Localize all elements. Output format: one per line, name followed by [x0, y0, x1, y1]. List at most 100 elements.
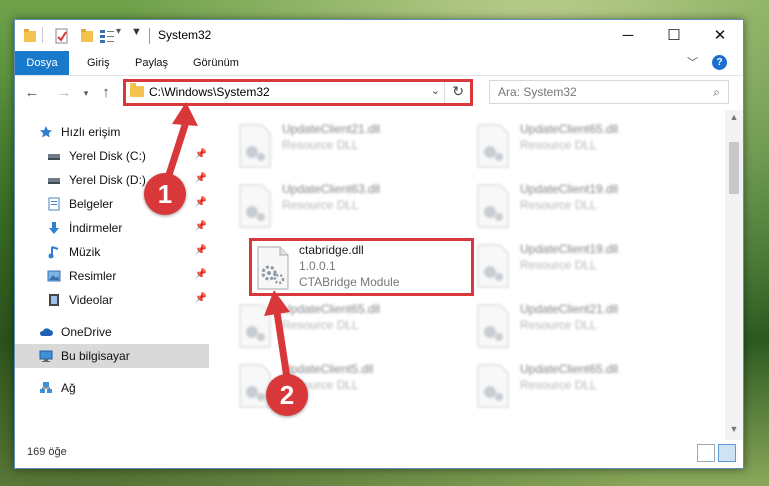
forward-arrow-icon[interactable]: →: [53, 82, 75, 104]
details-view-icon[interactable]: [697, 444, 715, 462]
file-type: Resource DLL: [520, 198, 597, 212]
callout-badge-1: 1: [144, 173, 186, 215]
dll-file-icon: [477, 184, 509, 228]
address-divider: [444, 82, 445, 103]
file-tile[interactable]: UpdateClient65.dll Resource DLL: [232, 298, 457, 354]
help-icon[interactable]: ?: [712, 55, 727, 70]
properties-icon[interactable]: [55, 28, 69, 44]
dll-file-icon: [477, 364, 509, 408]
sidebar-item-downloads[interactable]: İndirmeler 📌: [15, 216, 209, 240]
file-type: Resource DLL: [520, 318, 597, 332]
layout-icon[interactable]: [99, 28, 115, 44]
star-icon: [40, 126, 52, 138]
refresh-icon[interactable]: ↻: [452, 83, 464, 100]
navigation-bar: ← → ▾ ↑ C:\Windows\System32 ⌄ ↻ Ara: Sys…: [15, 76, 743, 110]
large-icons-view-icon[interactable]: [718, 444, 736, 462]
new-folder-icon[interactable]: [80, 28, 94, 44]
status-bar: 169 öğe: [15, 440, 743, 468]
scroll-down-icon[interactable]: ▼: [725, 424, 743, 438]
minimize-button[interactable]: ─: [605, 20, 651, 51]
dll-file-icon: [477, 244, 509, 288]
customize-toolbar-icon[interactable]: ▼: [131, 26, 142, 42]
file-tile[interactable]: UpdateClient65.dll Resource DLL: [470, 358, 695, 414]
file-name: UpdateClient5.dll: [282, 362, 374, 376]
pin-icon[interactable]: 📌: [195, 245, 207, 256]
tab-file[interactable]: Dosya: [15, 51, 69, 75]
dll-file-icon: [239, 184, 271, 228]
recent-locations-icon[interactable]: ▾: [75, 82, 97, 104]
file-version: 1.0.0.1: [299, 259, 336, 273]
videos-icon: [49, 294, 59, 306]
file-tile[interactable]: UpdateClient63.dll Resource DLL: [232, 178, 457, 234]
navigation-pane: Hızlı erişim Yerel Disk (C:) 📌 Yerel Dis…: [15, 110, 209, 440]
file-name: UpdateClient19.dll: [520, 242, 619, 256]
sidebar-item-onedrive[interactable]: OneDrive: [15, 320, 209, 344]
file-tile[interactable]: UpdateClient21.dll Resource DLL: [470, 298, 695, 354]
search-icon[interactable]: ⌕: [713, 85, 720, 100]
file-tile[interactable]: UpdateClient19.dll Resource DLL: [470, 178, 695, 234]
tab-view[interactable]: Görünüm: [193, 51, 239, 75]
chevron-down-icon[interactable]: ▾: [116, 26, 121, 42]
address-path[interactable]: C:\Windows\System32: [149, 85, 270, 99]
sidebar-item-pictures[interactable]: Resimler 📌: [15, 264, 209, 288]
up-arrow-icon[interactable]: ↑: [95, 82, 117, 104]
sidebar-item-this-pc[interactable]: Bu bilgisayar: [15, 344, 209, 368]
file-name: UpdateClient65.dll: [520, 122, 619, 136]
title-separator: [149, 28, 150, 44]
pin-icon[interactable]: 📌: [195, 197, 207, 208]
music-icon: [48, 246, 59, 259]
ribbon-tabs: Dosya Giriş Paylaş Görünüm ﹀ ?: [15, 51, 743, 76]
file-name: ctabridge.dll: [299, 243, 364, 257]
pin-icon[interactable]: 📌: [195, 221, 207, 232]
cloud-icon: [39, 328, 53, 336]
toolbar-divider: [42, 27, 43, 43]
file-tile[interactable]: UpdateClient19.dll Resource DLL: [470, 238, 695, 294]
dll-file-icon: [477, 124, 509, 168]
scroll-thumb[interactable]: [729, 142, 739, 194]
computer-icon: [39, 350, 53, 362]
vertical-scrollbar[interactable]: ▲ ▼: [725, 110, 743, 440]
pin-icon[interactable]: 📌: [195, 149, 207, 160]
file-tile[interactable]: UpdateClient65.dll Resource DLL: [470, 118, 695, 174]
dll-file-icon: [257, 246, 289, 290]
sidebar-item-label: Resimler: [69, 269, 117, 283]
address-bar[interactable]: C:\Windows\System32 ⌄ ↻: [123, 79, 473, 106]
folder-icon: [24, 29, 36, 42]
download-icon: [49, 222, 59, 234]
search-input[interactable]: Ara: System32 ⌕: [489, 80, 729, 104]
sidebar-item-network[interactable]: Ağ: [15, 376, 209, 400]
scroll-up-icon[interactable]: ▲: [725, 112, 743, 126]
file-name: UpdateClient65.dll: [520, 362, 619, 376]
file-tile-ctabridge[interactable]: ctabridge.dll 1.0.0.1 CTABridge Module: [249, 238, 474, 296]
sidebar-item-label: İndirmeler: [69, 221, 123, 235]
item-count: 169 öğe: [27, 446, 67, 458]
file-explorer-window: ▾ ▼ System32 ─ ☐ ✕ Dosya Giriş Paylaş Gö…: [14, 19, 744, 469]
close-button[interactable]: ✕: [697, 20, 743, 51]
file-type: Resource DLL: [282, 198, 359, 212]
sidebar-item-label: Ağ: [61, 381, 76, 395]
sidebar-item-label: Yerel Disk (C:): [69, 149, 146, 163]
sidebar-item-videos[interactable]: Videolar 📌: [15, 288, 209, 312]
file-type: CTABridge Module: [299, 275, 400, 289]
tab-share[interactable]: Paylaş: [135, 51, 168, 75]
dll-file-icon: [239, 304, 271, 348]
maximize-button[interactable]: ☐: [651, 20, 697, 51]
tab-home[interactable]: Giriş: [87, 51, 110, 75]
file-type: Resource DLL: [282, 138, 359, 152]
sidebar-item-local-disk-c[interactable]: Yerel Disk (C:) 📌: [15, 144, 209, 168]
chevron-down-icon[interactable]: ⌄: [431, 84, 440, 97]
file-tile[interactable]: UpdateClient5.dll Resource DLL: [232, 358, 457, 414]
sidebar-item-label: Belgeler: [69, 197, 114, 211]
expand-ribbon-icon[interactable]: ﹀: [687, 54, 698, 70]
pin-icon[interactable]: 📌: [195, 293, 207, 304]
pin-icon[interactable]: 📌: [195, 173, 207, 184]
sidebar-item-quick-access[interactable]: Hızlı erişim: [15, 120, 209, 144]
sidebar-item-music[interactable]: Müzik 📌: [15, 240, 209, 264]
dll-file-icon: [239, 124, 271, 168]
file-tile[interactable]: UpdateClient21.dll Resource DLL: [232, 118, 457, 174]
file-name: UpdateClient21.dll: [282, 122, 381, 136]
pin-icon[interactable]: 📌: [195, 269, 207, 280]
back-arrow-icon[interactable]: ←: [21, 82, 43, 104]
file-name: UpdateClient21.dll: [520, 302, 619, 316]
sidebar-item-label: Videolar: [69, 293, 113, 307]
